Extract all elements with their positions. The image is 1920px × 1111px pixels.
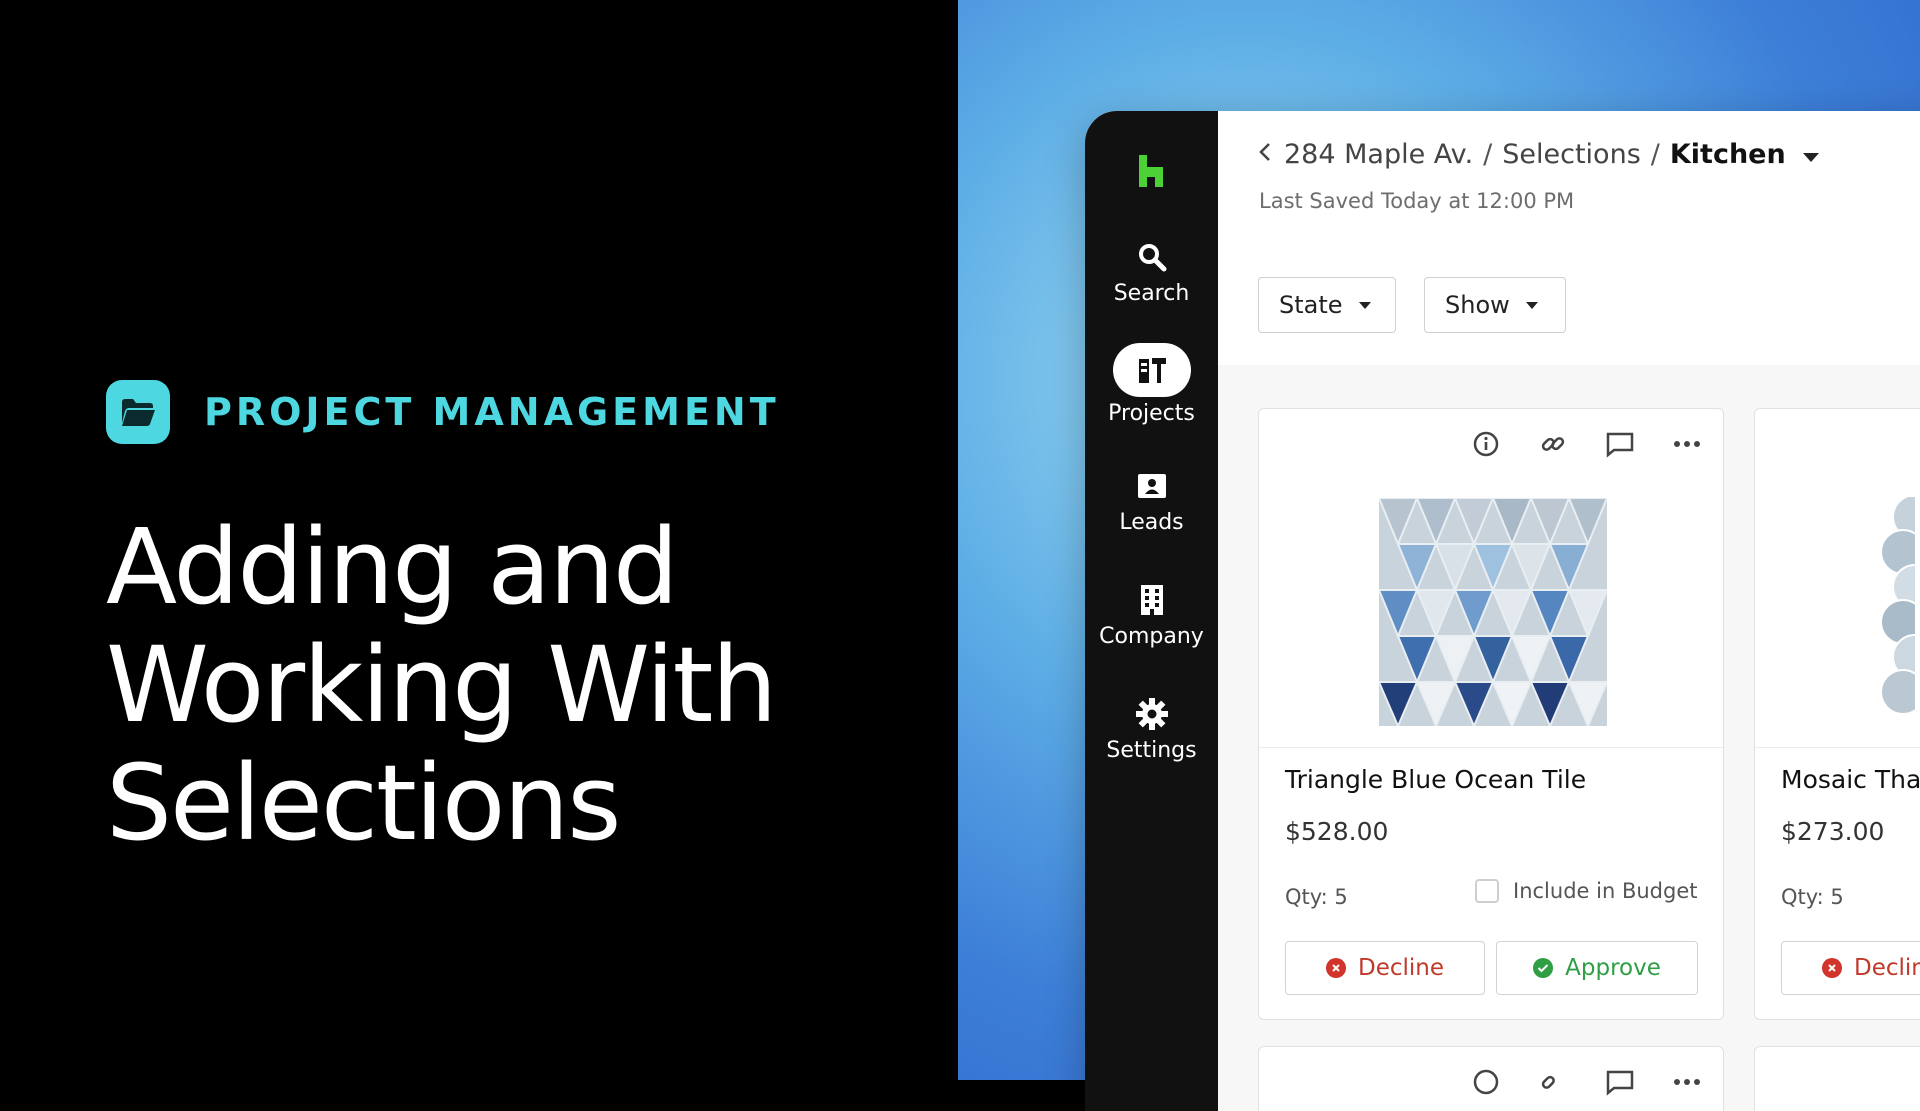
sidebar-item-label: Company bbox=[1099, 624, 1204, 649]
selection-card[interactable] bbox=[1754, 1046, 1920, 1111]
approve-label: Approve bbox=[1565, 955, 1661, 981]
product-quantity: Qty: 5 bbox=[1285, 885, 1348, 909]
comment-icon[interactable] bbox=[1605, 1067, 1635, 1097]
page-header: 284 Maple Av. / Selections / Kitchen Las… bbox=[1218, 111, 1920, 240]
decline-label: Decline bbox=[1357, 955, 1444, 981]
page-headline: Adding and Working With Selections bbox=[106, 508, 866, 862]
link-icon[interactable] bbox=[1538, 1067, 1568, 1097]
main-content: 284 Maple Av. / Selections / Kitchen Las… bbox=[1218, 111, 1920, 1111]
search-icon bbox=[1132, 237, 1172, 277]
approve-button[interactable]: Approve bbox=[1496, 941, 1698, 995]
card-image-area bbox=[1755, 477, 1920, 748]
category-row: PROJECT MANAGEMENT bbox=[106, 380, 780, 444]
sidebar-item-leads[interactable]: Leads bbox=[1085, 466, 1218, 535]
sidebar-item-label: Leads bbox=[1119, 510, 1184, 535]
sidebar-item-company[interactable]: Company bbox=[1085, 580, 1218, 649]
folder-open-icon bbox=[106, 380, 170, 444]
houzz-logo[interactable] bbox=[1131, 151, 1171, 191]
sidebar-item-label: Search bbox=[1113, 281, 1190, 306]
card-toolbar bbox=[1755, 409, 1920, 478]
state-dropdown-label: State bbox=[1279, 291, 1343, 319]
decline-button[interactable]: Decline bbox=[1285, 941, 1485, 995]
sidebar-item-settings[interactable]: Settings bbox=[1085, 694, 1218, 763]
headline-line-2: Working With bbox=[106, 624, 777, 746]
product-image-mosaic-tile[interactable] bbox=[1875, 494, 1920, 725]
more-options-icon[interactable] bbox=[1672, 429, 1702, 459]
card-image-area bbox=[1259, 477, 1723, 748]
category-label: PROJECT MANAGEMENT bbox=[204, 390, 780, 434]
selection-card[interactable]: Triangle Blue Ocean Tile $528.00 Qty: 5 … bbox=[1258, 408, 1724, 1020]
product-image-triangle-tile[interactable] bbox=[1377, 497, 1609, 729]
product-title[interactable]: Mosaic Tha bbox=[1781, 765, 1920, 794]
info-icon[interactable] bbox=[1471, 1067, 1501, 1097]
chevron-down-icon[interactable] bbox=[1802, 139, 1820, 170]
include-budget-label: Include in Budget bbox=[1513, 879, 1698, 903]
product-price: $273.00 bbox=[1781, 817, 1885, 846]
sidebar: Search Projects Leads Company Settings bbox=[1085, 111, 1218, 1111]
decline-x-icon bbox=[1822, 958, 1842, 978]
headline-line-3: Selections bbox=[106, 742, 621, 864]
product-title[interactable]: Triangle Blue Ocean Tile bbox=[1285, 765, 1586, 794]
projects-tools-icon bbox=[1112, 343, 1191, 397]
promo-panel: PROJECT MANAGEMENT Adding and Working Wi… bbox=[0, 0, 958, 1080]
sidebar-item-label: Settings bbox=[1106, 738, 1197, 763]
show-dropdown[interactable]: Show bbox=[1424, 277, 1566, 333]
show-dropdown-label: Show bbox=[1445, 291, 1510, 319]
approve-check-icon bbox=[1533, 958, 1554, 978]
breadcrumb-selections[interactable]: Selections bbox=[1502, 139, 1641, 170]
selection-card[interactable] bbox=[1258, 1046, 1724, 1111]
breadcrumb-project[interactable]: 284 Maple Av. bbox=[1284, 139, 1473, 170]
contact-card-icon bbox=[1132, 466, 1172, 506]
more-options-icon[interactable] bbox=[1672, 1067, 1702, 1097]
card-toolbar bbox=[1259, 409, 1723, 478]
breadcrumb-separator: / bbox=[1650, 139, 1660, 170]
link-icon[interactable] bbox=[1538, 429, 1568, 459]
gear-icon bbox=[1132, 694, 1172, 734]
breadcrumb: 284 Maple Av. / Selections / Kitchen bbox=[1258, 139, 1820, 170]
state-dropdown[interactable]: State bbox=[1258, 277, 1396, 333]
caret-down-icon bbox=[1358, 301, 1371, 309]
sidebar-item-projects[interactable]: Projects bbox=[1085, 343, 1218, 426]
comment-icon[interactable] bbox=[1605, 429, 1635, 459]
decline-label: Declin bbox=[1854, 955, 1920, 981]
caret-down-icon bbox=[1525, 301, 1538, 309]
breadcrumb-separator: / bbox=[1483, 139, 1493, 170]
last-saved-status: Last Saved Today at 12:00 PM bbox=[1259, 189, 1575, 213]
selection-card[interactable]: Mosaic Tha $273.00 Qty: 5 Declin bbox=[1754, 408, 1920, 1020]
decline-button[interactable]: Declin bbox=[1781, 941, 1920, 995]
sidebar-item-label: Projects bbox=[1108, 401, 1195, 426]
include-budget-checkbox[interactable] bbox=[1475, 879, 1499, 903]
product-quantity: Qty: 5 bbox=[1781, 885, 1844, 909]
back-chevron-icon[interactable] bbox=[1258, 139, 1272, 170]
breadcrumb-current[interactable]: Kitchen bbox=[1670, 139, 1786, 170]
headline-line-1: Adding and bbox=[106, 506, 679, 628]
building-icon bbox=[1132, 580, 1172, 620]
include-budget-toggle[interactable]: Include in Budget bbox=[1475, 879, 1697, 903]
info-icon[interactable] bbox=[1471, 429, 1501, 459]
sidebar-item-search[interactable]: Search bbox=[1085, 237, 1218, 306]
filter-bar: State Show bbox=[1218, 239, 1920, 365]
decline-x-icon bbox=[1325, 958, 1346, 978]
app-window: Search Projects Leads Company Settings 2… bbox=[1085, 111, 1920, 1111]
product-price: $528.00 bbox=[1285, 817, 1389, 846]
